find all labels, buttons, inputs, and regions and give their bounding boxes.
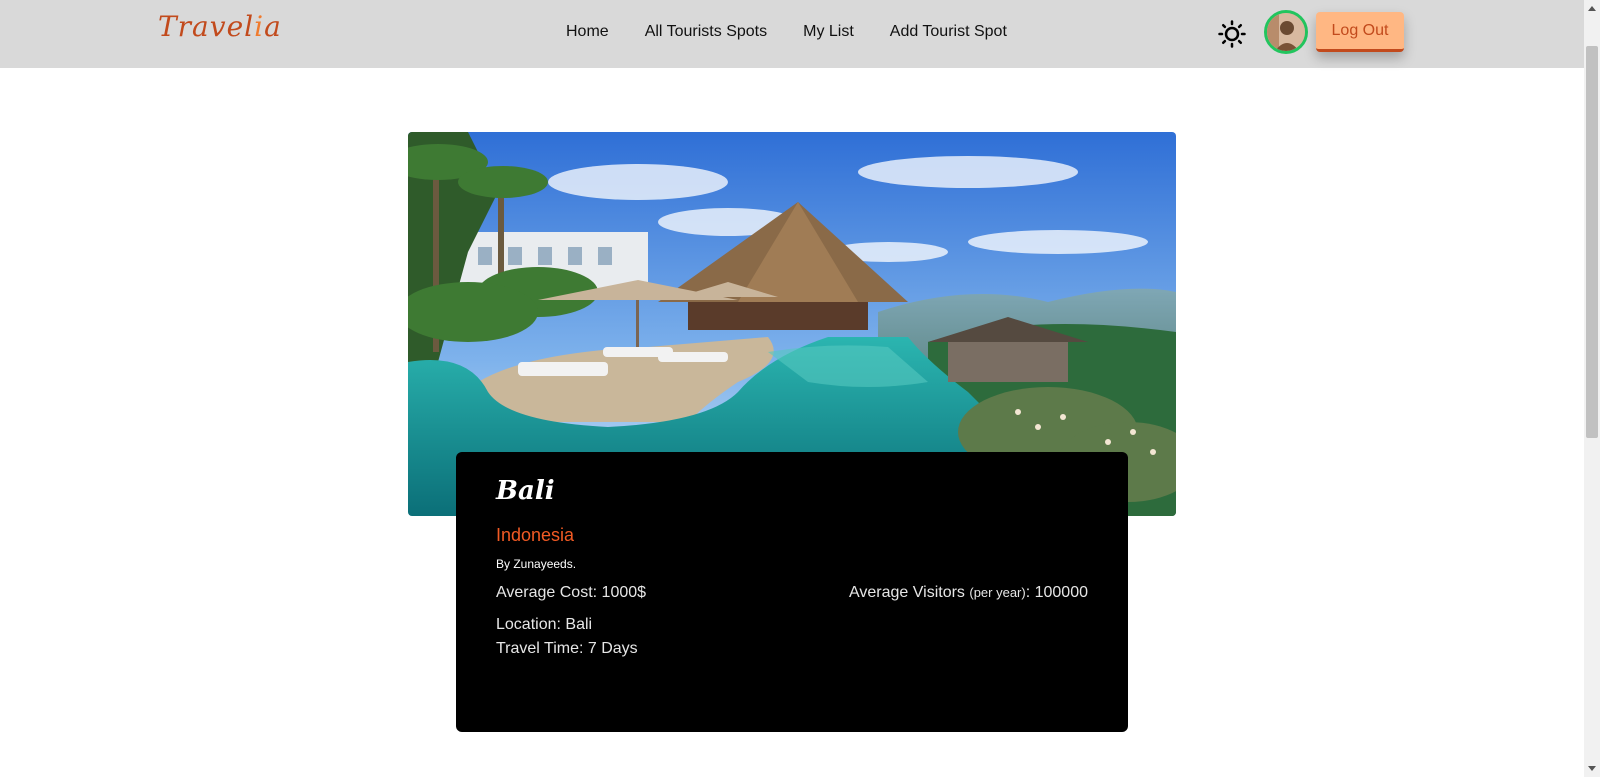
location-label: Location:	[496, 616, 566, 633]
nav-all-tourist-spots[interactable]: All Tourists Spots	[645, 23, 767, 41]
logo-accent: i	[254, 10, 265, 43]
vertical-scrollbar[interactable]	[1584, 0, 1600, 777]
average-visitors-sub: (per year)	[969, 585, 1026, 600]
spot-country: Indonesia	[496, 525, 575, 545]
spot-details-card: Bali Indonesia By Zunayeeds. Average Cos…	[456, 452, 1128, 732]
travel-time-value: 7 Days	[587, 640, 638, 657]
navbar: Travelia Home All Tourists Spots My List…	[0, 0, 1584, 68]
nav-my-list[interactable]: My List	[803, 23, 854, 41]
average-visitors: Average Visitors (per year): 100000	[849, 584, 1088, 602]
average-visitors-value: : 100000	[1025, 584, 1088, 601]
average-visitors-label: Average Visitors	[849, 584, 970, 601]
location: Location: Bali	[496, 616, 592, 634]
average-cost-label: Average Cost:	[496, 584, 602, 601]
main-nav: Home All Tourists Spots My List Add Tour…	[566, 23, 1043, 41]
travel-time: Travel Time: 7 Days	[496, 640, 638, 658]
scroll-down-arrow-icon[interactable]	[1588, 766, 1596, 771]
logo-text: Travel	[158, 10, 255, 43]
nav-home[interactable]: Home	[566, 23, 609, 41]
travel-time-label: Travel Time:	[496, 640, 588, 657]
scroll-thumb[interactable]	[1586, 46, 1598, 438]
brand-logo[interactable]: Travelia	[158, 10, 282, 43]
location-value: Bali	[565, 616, 593, 633]
average-cost-value: 1000$	[601, 584, 647, 601]
scroll-up-arrow-icon[interactable]	[1588, 6, 1596, 11]
avatar[interactable]	[1264, 10, 1308, 54]
logo-text-end: a	[264, 10, 282, 43]
average-cost: Average Cost: 1000$	[496, 584, 646, 602]
sun-icon[interactable]	[1218, 20, 1246, 48]
spot-name: Bali	[496, 476, 555, 506]
spot-author: By Zunayeeds.	[496, 557, 577, 571]
nav-add-tourist-spot[interactable]: Add Tourist Spot	[890, 23, 1007, 41]
logout-button[interactable]: Log Out	[1316, 12, 1404, 52]
